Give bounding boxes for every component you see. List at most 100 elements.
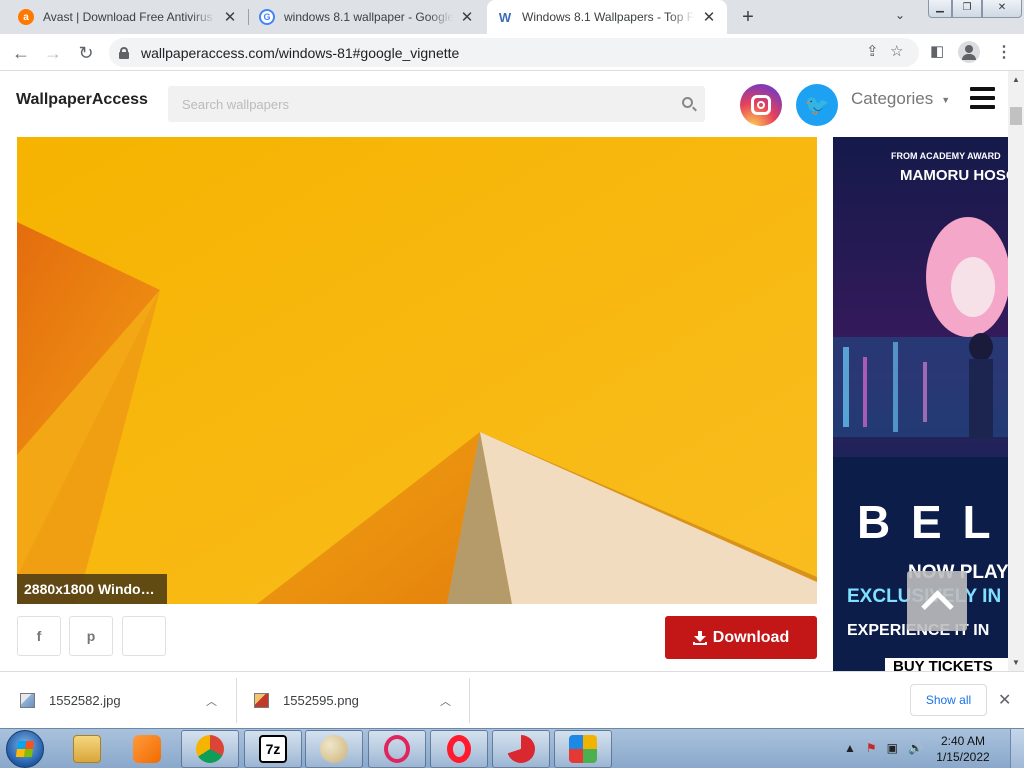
search-box [168,86,705,122]
media-glyph [133,735,161,763]
caret-down-icon: ▼ [941,94,951,105]
scroll-up-arrow-icon[interactable]: ▲ [1012,75,1020,84]
chrome-icon[interactable] [181,730,239,768]
tab-avast[interactable]: a Avast | Download Free Antivirus & VPN … [8,0,248,34]
google-icon: G [259,9,275,25]
opera-gx-icon[interactable] [368,730,426,768]
start-button[interactable] [6,730,44,768]
scroll-down-arrow-icon[interactable]: ▼ [1012,658,1020,667]
shelf-separator [469,678,470,723]
chrome-glyph [196,735,224,763]
forward-arrow-icon[interactable]: → [42,42,64,64]
close-shelf-icon[interactable]: ✕ [998,690,1011,710]
ad-line-2: MAMORU HOSODA [900,167,1008,184]
back-arrow-icon[interactable]: ← [10,42,32,64]
show-desktop-button[interactable] [1010,729,1024,768]
categories-menu[interactable]: Categories ▼ [851,89,950,109]
system-tray: ▲ ⚑ ▣ 🔊 [844,741,923,755]
pinterest-icon: p [86,628,96,644]
ad-line-1: FROM ACADEMY AWARD [891,151,1001,161]
share-icon[interactable]: ⇪ [866,42,879,60]
facebook-icon: f [36,628,42,644]
show-all-button[interactable]: Show all [910,684,987,716]
minimize-button[interactable]: ▁ [928,0,952,18]
tab-title: windows 8.1 wallpaper - Google Search [284,10,453,24]
action-center-flag-icon[interactable]: ⚑ [866,741,877,755]
avg-glyph [569,735,597,763]
web-page: WallpaperAccess 🐦 Categories ▼ [0,71,1008,671]
media-player-icon[interactable] [118,730,176,768]
side-panel-icon[interactable]: ◧ [930,42,944,60]
taskbar-clock[interactable]: 2:40 AM 1/15/2022 [933,733,993,765]
tab-strip: a Avast | Download Free Antivirus & VPN … [0,0,1024,34]
ccleaner-glyph [507,735,535,763]
more-menu-icon[interactable]: ⋮ [996,42,1012,62]
file-explorer-icon[interactable] [58,730,116,768]
restore-button[interactable]: ❐ [952,0,982,18]
pinterest-share-button[interactable]: p [69,616,113,656]
network-icon[interactable]: ▣ [887,741,898,755]
avg-icon[interactable] [554,730,612,768]
address-bar[interactable]: wallpaperaccess.com/windows-81#google_vi… [109,38,919,67]
back-to-top-button[interactable] [907,571,967,631]
tray-expand-icon[interactable]: ▲ [844,741,856,755]
tab-google-search[interactable]: G windows 8.1 wallpaper - Google Search … [249,0,485,34]
clock-time: 2:40 AM [940,734,986,748]
download-item[interactable]: 1552595.png ︿ [234,672,470,729]
wallpaper-image[interactable]: 2880x1800 Windows 8.1 Wallpaper [17,137,817,604]
site-logo[interactable]: WallpaperAccess [16,91,148,109]
ccleaner-icon[interactable] [492,730,550,768]
share-button[interactable] [122,616,166,656]
hamburger-menu-icon[interactable] [970,87,995,109]
lock-icon[interactable] [119,46,129,59]
scrollbar-thumb[interactable] [1010,107,1022,125]
twitter-icon[interactable]: 🐦 [796,84,838,126]
download-button[interactable]: Download [665,616,817,659]
image-file-icon [20,693,35,708]
paint-icon[interactable] [305,730,363,768]
chevron-up-icon[interactable]: ︿ [440,693,451,709]
instagram-icon[interactable] [740,84,782,126]
tab-wallpaperaccess[interactable]: W Windows 8.1 Wallpapers - Top Free ✕ [487,0,727,34]
page-scrollbar[interactable]: ▲ ▼ [1008,71,1024,671]
ad-line-6: BUY TICKETS [885,658,1008,671]
bookmark-star-icon[interactable]: ☆ [890,42,903,60]
download-filename: 1552595.png [283,693,359,708]
opera-icon[interactable] [430,730,488,768]
download-filename: 1552582.jpg [49,693,121,708]
download-label: Download [712,628,790,646]
7zip-icon[interactable]: 7z [244,730,302,768]
facebook-share-button[interactable]: f [17,616,61,656]
folder-glyph [73,735,101,763]
address-url[interactable]: wallpaperaccess.com/windows-81#google_vi… [141,45,459,61]
categories-label: Categories [851,89,934,108]
profile-avatar-icon[interactable] [958,41,980,63]
close-tab-icon[interactable]: ✕ [459,8,475,26]
opera-gx-glyph [384,735,410,763]
tab-title: Windows 8.1 Wallpapers - Top Free [522,10,695,24]
twitter-bird-icon: 🐦 [804,94,830,117]
close-window-button[interactable]: ✕ [982,0,1022,18]
image-file-icon [254,693,269,708]
opera-glyph [447,735,471,763]
screen: a Avast | Download Free Antivirus & VPN … [0,0,1024,768]
close-tab-icon[interactable]: ✕ [222,8,238,26]
tab-search-chevron-icon[interactable]: ⌄ [895,8,905,22]
avast-icon: a [18,9,34,25]
chevron-up-icon[interactable]: ︿ [206,693,217,709]
new-tab-button[interactable]: + [736,5,760,29]
search-input[interactable] [168,86,705,122]
windows-taskbar: 7z ▲ ⚑ ▣ 🔊 2:40 AM 1/15/2022 [0,728,1024,768]
window-controls: ▁ ❐ ✕ [928,0,1022,18]
download-item[interactable]: 1552582.jpg ︿ [0,672,236,729]
volume-icon[interactable]: 🔊 [908,741,923,755]
ad-title: B E L L [857,496,1008,548]
browser-toolbar: ← → ↻ wallpaperaccess.com/windows-81#goo… [0,34,1024,71]
wallpaper-art [17,137,817,604]
close-tab-icon[interactable]: ✕ [701,8,717,26]
7zip-glyph: 7z [259,735,287,763]
wallpaperaccess-icon: W [498,9,512,25]
download-icon [692,630,707,645]
reload-icon[interactable]: ↻ [75,42,97,64]
search-icon[interactable] [682,97,693,108]
